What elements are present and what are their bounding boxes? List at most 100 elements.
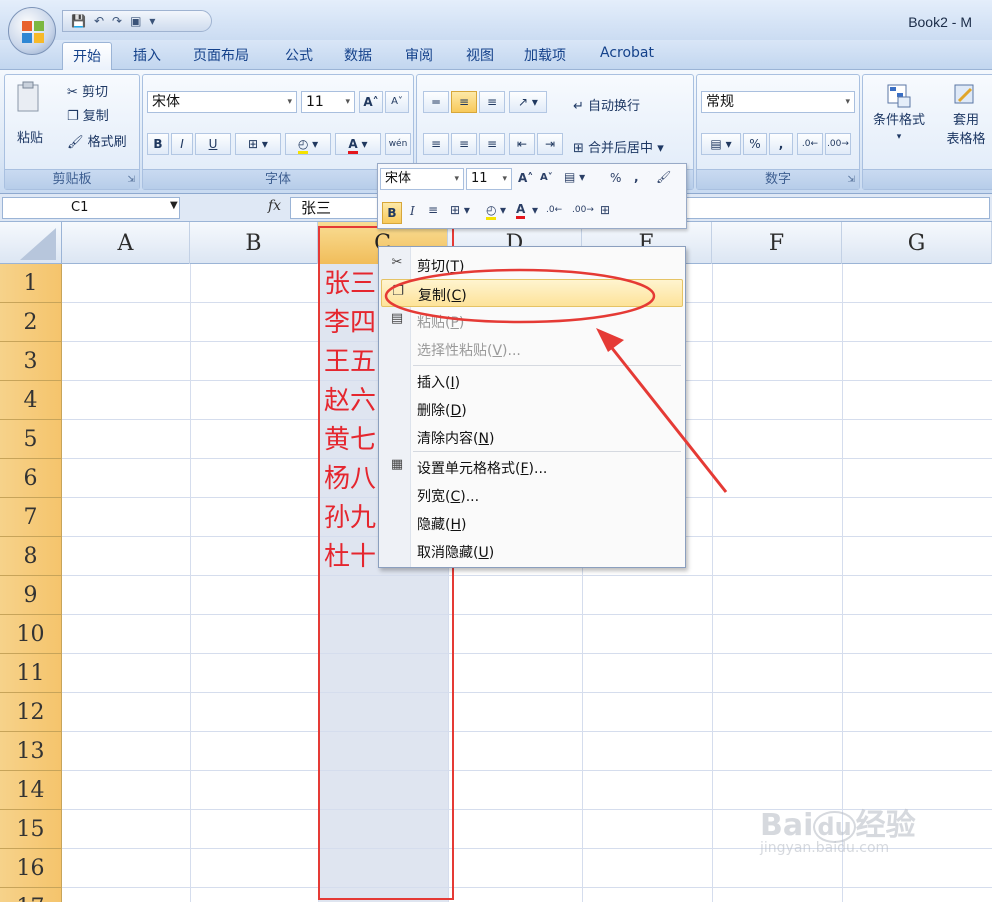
comma-button[interactable]: , [769, 133, 793, 155]
row-header[interactable]: 3 [0, 342, 62, 381]
align-middle-button[interactable]: ≡ [451, 91, 477, 113]
cell-c5[interactable]: 黄七 [324, 420, 379, 459]
paste-button[interactable]: 粘贴 [11, 81, 47, 151]
font-name-select[interactable]: 宋体 ▾ [147, 91, 297, 113]
undo-icon[interactable]: ↶ [94, 14, 104, 28]
increase-decimal-icon[interactable]: .0← [546, 205, 562, 215]
tab-acrobat[interactable]: Acrobat [600, 45, 654, 61]
mini-bold-button[interactable]: B [382, 202, 402, 224]
underline-button[interactable]: U [195, 133, 231, 155]
decrease-indent-button[interactable]: ⇤ [509, 133, 535, 155]
context-menu-item[interactable]: 取消隐藏(U) [381, 537, 683, 565]
tab-formulas[interactable]: 公式 [285, 45, 313, 65]
shrink-font-button[interactable]: A˅ [385, 91, 409, 113]
row-header[interactable]: 2 [0, 303, 62, 342]
tab-page-layout[interactable]: 页面布局 [193, 45, 249, 65]
font-color-icon[interactable]: A [516, 202, 526, 219]
save-icon[interactable]: 💾 [71, 14, 86, 28]
customize-qat-icon[interactable]: ▾ [149, 14, 155, 28]
tab-insert[interactable]: 插入 [133, 45, 161, 65]
format-painter-button[interactable]: 🖌 格式刷 [67, 131, 127, 150]
context-menu-item[interactable]: ✂ 剪切(T) [381, 251, 683, 279]
row-header[interactable]: 7 [0, 498, 62, 537]
cell-c1[interactable]: 张三 [324, 264, 379, 303]
camera-icon[interactable]: ▣ [130, 14, 141, 28]
office-button[interactable] [8, 7, 56, 55]
row-header[interactable]: 12 [0, 693, 62, 732]
row-header[interactable]: 14 [0, 771, 62, 810]
number-format-select[interactable]: 常规 ▾ [701, 91, 855, 113]
tab-view[interactable]: 视图 [466, 45, 494, 65]
align-top-button[interactable]: ═ [423, 91, 449, 113]
select-all-corner[interactable] [0, 222, 62, 264]
copy-button[interactable]: ❐ 复制 [67, 105, 109, 124]
row-header[interactable]: 4 [0, 381, 62, 420]
context-menu-item[interactable]: 列宽(C)... [381, 481, 683, 509]
cell-c3[interactable]: 王五 [324, 342, 379, 381]
tab-home[interactable]: 开始 [62, 42, 112, 71]
tab-addins[interactable]: 加载项 [524, 45, 566, 65]
name-box[interactable]: C1 [2, 197, 180, 219]
tab-review[interactable]: 审阅 [405, 45, 433, 65]
insert-function-icon[interactable]: fx [268, 198, 281, 214]
percent-button[interactable]: % [743, 133, 767, 155]
fill-color-button[interactable]: ◴ ▾ [285, 133, 331, 155]
align-left-button[interactable]: ≡ [423, 133, 449, 155]
row-header[interactable]: 13 [0, 732, 62, 771]
context-menu-item[interactable]: 插入(I) [381, 367, 683, 395]
decrease-decimal-button[interactable]: .00→ [825, 133, 851, 155]
font-size-select[interactable]: 11 ▾ [301, 91, 355, 113]
bold-button[interactable]: B [147, 133, 169, 155]
tab-data[interactable]: 数据 [344, 45, 372, 65]
decrease-decimal-icon[interactable]: .00→ [572, 205, 594, 215]
context-menu-item[interactable]: ❐ 复制(C) [381, 279, 683, 307]
column-header-g[interactable]: G [842, 222, 992, 264]
mini-size-select[interactable]: 11 ▾ [466, 168, 512, 190]
increase-indent-button[interactable]: ⇥ [537, 133, 563, 155]
context-menu-item[interactable]: 删除(D) [381, 395, 683, 423]
grow-font-icon[interactable]: A˄ [518, 171, 533, 185]
increase-decimal-button[interactable]: .0← [797, 133, 823, 155]
row-header[interactable]: 8 [0, 537, 62, 576]
format-painter-icon[interactable]: 🖌 [656, 170, 671, 184]
merge-icon[interactable]: ⊞ [600, 203, 610, 217]
row-header[interactable]: 17 [0, 888, 62, 902]
cell-c4[interactable]: 赵六 [324, 381, 379, 420]
row-header[interactable]: 9 [0, 576, 62, 615]
row-header[interactable]: 5 [0, 420, 62, 459]
row-header[interactable]: 10 [0, 615, 62, 654]
font-color-button[interactable]: A ▾ [335, 133, 381, 155]
dialog-launcher-icon[interactable]: ⇲ [847, 175, 855, 185]
dialog-launcher-icon[interactable]: ⇲ [127, 175, 135, 185]
row-header[interactable]: 16 [0, 849, 62, 888]
cell-c8[interactable]: 杜十 [324, 537, 379, 576]
align-center-button[interactable]: ≡ [451, 133, 477, 155]
accounting-icon[interactable]: ▤ ▾ [564, 170, 585, 184]
wrap-text-button[interactable]: ↵ 自动换行 [573, 95, 640, 114]
conditional-format-button[interactable]: 条件格式 ▾ [867, 79, 931, 159]
row-header[interactable]: 1 [0, 264, 62, 303]
column-header-f[interactable]: F [712, 222, 842, 264]
redo-icon[interactable]: ↷ [112, 14, 122, 28]
cell-c7[interactable]: 孙九 [324, 498, 379, 537]
accounting-format-button[interactable]: ▤ ▾ [701, 133, 741, 155]
paint-bucket-icon[interactable]: ◴ [486, 203, 497, 220]
context-menu-item[interactable]: 清除内容(N) [381, 423, 683, 451]
cut-button[interactable]: ✂ 剪切 [67, 81, 108, 100]
align-right-button[interactable]: ≡ [479, 133, 505, 155]
italic-button[interactable]: I [171, 133, 193, 155]
row-header[interactable]: 6 [0, 459, 62, 498]
cell-c6[interactable]: 杨八 [324, 459, 379, 498]
column-header-b[interactable]: B [190, 222, 318, 264]
row-header[interactable]: 15 [0, 810, 62, 849]
merge-center-button[interactable]: ⊞ 合并后居中 ▾ [573, 137, 664, 156]
grow-font-button[interactable]: A˄ [359, 91, 383, 113]
orientation-button[interactable]: ↗ ▾ [509, 91, 547, 113]
row-header[interactable]: 11 [0, 654, 62, 693]
align-center-icon[interactable]: ≡ [428, 203, 438, 217]
column-header-a[interactable]: A [62, 222, 190, 264]
mini-italic-button[interactable]: I [410, 204, 415, 218]
mini-font-select[interactable]: 宋体 ▾ [380, 168, 464, 190]
mini-comma-button[interactable]: , [634, 170, 639, 184]
shrink-font-icon[interactable]: A˅ [540, 172, 553, 183]
